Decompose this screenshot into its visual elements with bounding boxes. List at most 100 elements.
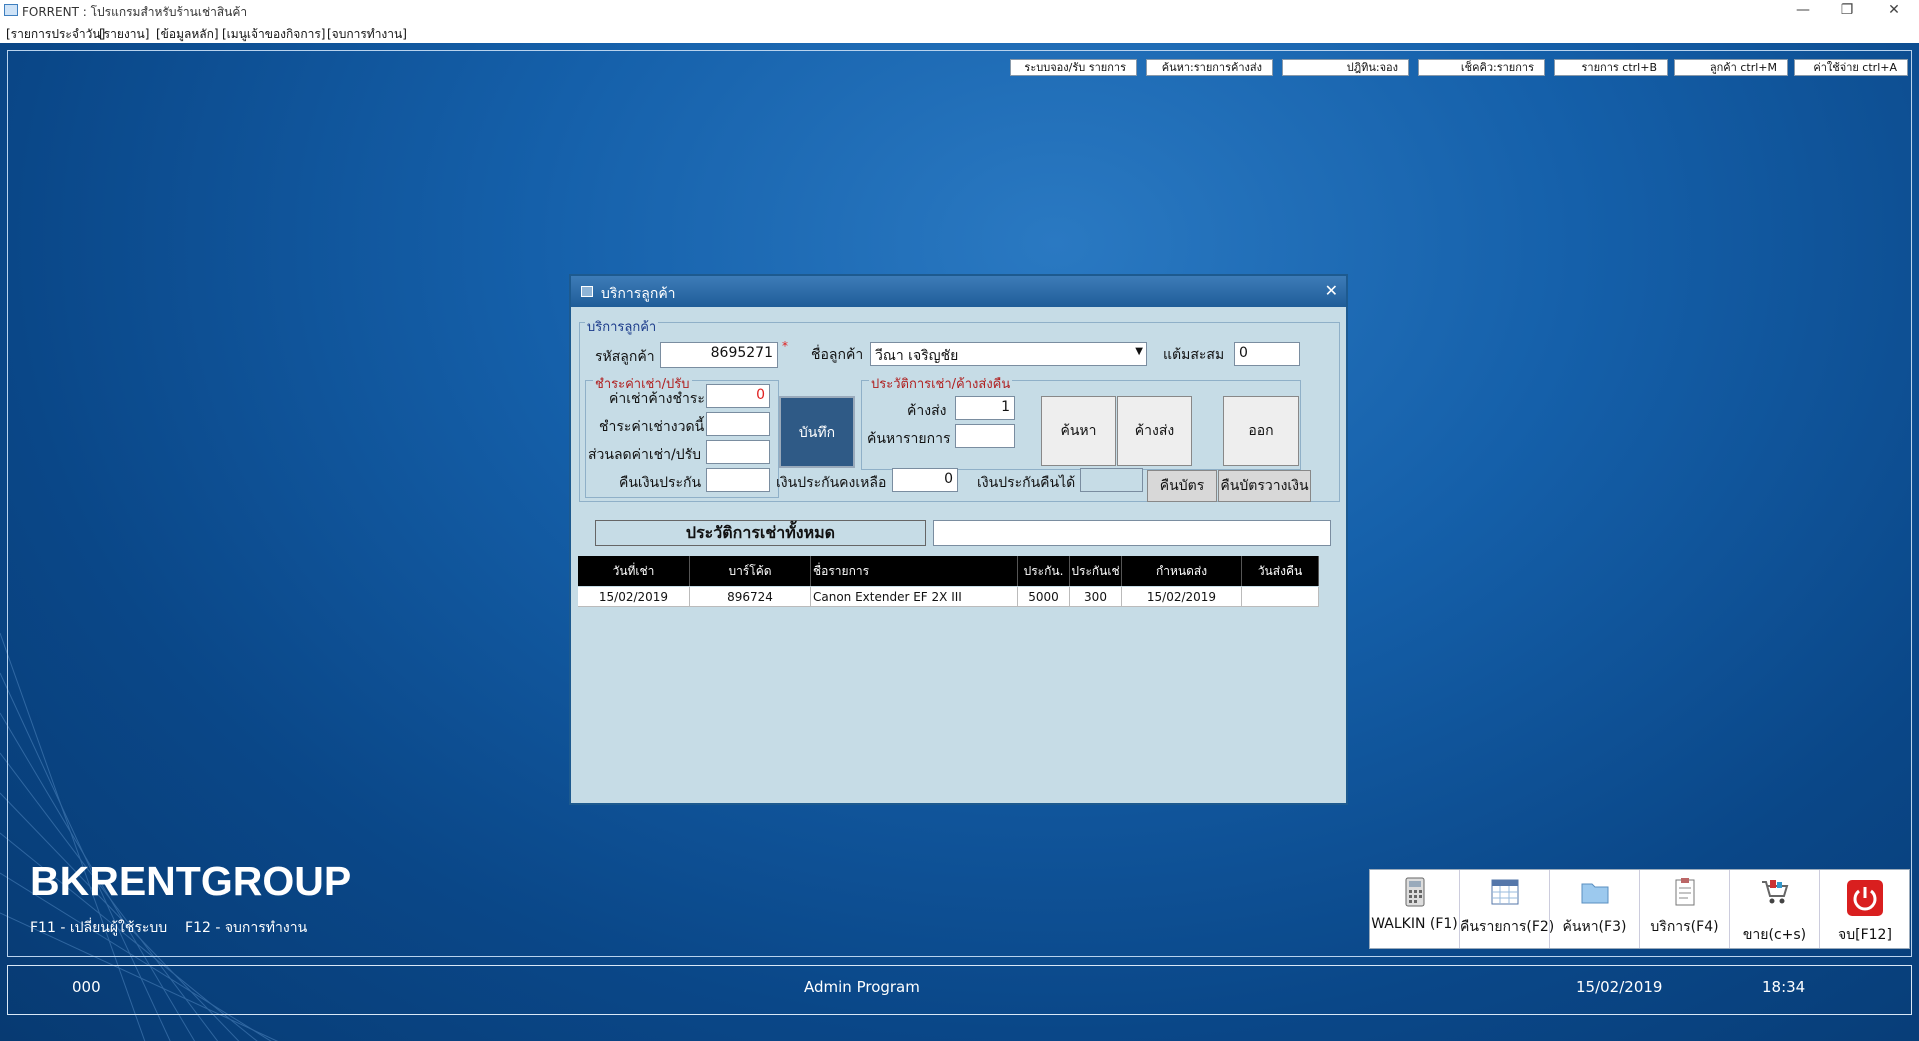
grid-header-barcode: บาร์โค้ด: [690, 556, 811, 586]
sell-label: ขาย(c+s): [1742, 927, 1807, 943]
table-row-due-date[interactable]: 15/02/2019: [1122, 587, 1242, 607]
customer-name-select[interactable]: วีณา เจริญชัย ▼: [870, 342, 1147, 366]
menu-owner[interactable]: [เมนูเจ้าของกิจการ]: [222, 25, 325, 44]
status-date: 15/02/2019: [1576, 978, 1663, 996]
chevron-down-icon[interactable]: ▼: [1135, 346, 1143, 357]
folder-icon: [1581, 883, 1608, 904]
exit-app-label: จบ[F12]: [1838, 927, 1892, 943]
customer-code-label: รหัสลูกค้า: [595, 349, 655, 365]
grid-header-rent-deposit: ประกันเช่: [1070, 556, 1122, 586]
deposit-left-label: เงินประกันคงเหลือ: [776, 475, 887, 491]
table-row-deposit[interactable]: 5000: [1018, 587, 1070, 607]
customer-name-label: ชื่อลูกค้า: [811, 347, 864, 363]
discount-input[interactable]: [706, 440, 770, 464]
service-button[interactable]: บริการ(F4): [1640, 870, 1730, 948]
grid-header-due-date: กำหนดส่ง: [1122, 556, 1242, 586]
table-row-item-name[interactable]: Canon Extender EF 2X III: [811, 587, 1018, 607]
search-item-input[interactable]: [955, 424, 1015, 448]
history-pending-label: ประวัติการเช่า/ค้างส่งคืน: [869, 373, 1013, 394]
title-bar: FORRENT : โปรแกรมสำหรับร้านเช่าสินค้า — …: [0, 0, 1919, 22]
menu-bar: [รายการประจำวัน] [รายงาน] [ข้อมูลหลัก] […: [0, 22, 1919, 43]
expenses-button[interactable]: ค่าใช้จ่าย ctrl+A: [1794, 59, 1908, 76]
customer-name-value: วีณา เจริญชัย: [875, 348, 959, 364]
refund-deposit-label: คืนเงินประกัน: [619, 475, 702, 491]
history-filter-input[interactable]: [933, 520, 1331, 546]
required-mark: *: [782, 339, 788, 353]
exit-dialog-button[interactable]: ออก: [1223, 396, 1299, 466]
window-title: FORRENT : โปรแกรมสำหรับร้านเช่าสินค้า: [22, 5, 248, 19]
menu-report[interactable]: [รายงาน]: [99, 25, 149, 44]
return-card-deposit-button[interactable]: คืนบัตรวางเงิน: [1218, 470, 1311, 502]
dialog-title: บริการลูกค้า: [601, 286, 676, 302]
grid-header-rent-date: วันที่เช่า: [578, 556, 690, 586]
grid-header-return-date: วันส่งคืน: [1242, 556, 1319, 586]
discount-label: ส่วนลดค่าเช่า/ปรับ: [588, 447, 702, 463]
menu-exit[interactable]: [จบการทำงาน]: [327, 25, 407, 44]
customer-service-dialog: บริการลูกค้า ✕ บริการลูกค้า รหัสลูกค้า 8…: [569, 274, 1348, 805]
dialog-close-button[interactable]: ✕: [1325, 281, 1338, 300]
outstanding-label: ค่าเช่าค้างชำระ: [609, 391, 705, 407]
walkin-label: WALKIN (F1): [1371, 916, 1458, 932]
points-input[interactable]: 0: [1234, 342, 1300, 366]
dialog-title-bar: บริการลูกค้า ✕: [571, 276, 1346, 307]
items-button[interactable]: รายการ ctrl+B: [1554, 59, 1668, 76]
calendar-icon: [1491, 879, 1518, 905]
pay-now-label: ชำระค่าเช่างวดนี้: [599, 419, 705, 435]
service-label: บริการ(F4): [1650, 919, 1719, 935]
app-icon: [4, 4, 18, 16]
restore-button[interactable]: ❐: [1825, 0, 1869, 22]
walkin-button[interactable]: WALKIN (F1): [1370, 870, 1460, 948]
history-all-title: ประวัติการเช่าทั้งหมด: [595, 520, 926, 546]
refund-deposit-input[interactable]: [706, 468, 770, 492]
close-button[interactable]: ✕: [1872, 0, 1916, 22]
menu-daily[interactable]: [รายการประจำวัน]: [6, 25, 105, 44]
return-items-label: คืนรายการ(F2): [1460, 919, 1555, 935]
deposit-refundable-label: เงินประกันคืนได้: [977, 475, 1076, 491]
check-queue-button[interactable]: เช็คคิว:รายการ: [1418, 59, 1545, 76]
minimize-button[interactable]: —: [1781, 0, 1825, 22]
brand-name: BKRENTGROUP: [30, 858, 352, 904]
calendar-booking-button[interactable]: ปฎิทิน:จอง: [1282, 59, 1409, 76]
search-pending-button[interactable]: ค้นหา:รายการค้างส่ง: [1146, 59, 1273, 76]
search-history-button[interactable]: ค้นหา: [1041, 396, 1116, 466]
brand-hints: F11 - เปลี่ยนผู้ใช้ระบบ F12 - จบการทำงาน: [30, 917, 307, 939]
customer-group-label: บริการลูกค้า: [585, 316, 659, 337]
deposit-left-input[interactable]: 0: [892, 468, 958, 492]
grid-header-deposit: ประกัน.: [1018, 556, 1070, 586]
pending-count-label: ค้างส่ง: [907, 403, 947, 419]
calculator-icon: [1405, 877, 1424, 907]
hint-exit: F12 - จบการทำงาน: [185, 920, 308, 936]
shortcut-dock: WALKIN (F1) คืนรายการ(F2) ค้นหา(F3) บริก…: [1369, 869, 1910, 949]
search-label: ค้นหา(F3): [1562, 919, 1627, 935]
status-code: 000: [72, 978, 101, 996]
save-button[interactable]: บันทึก: [779, 396, 855, 468]
points-label: แต้มสะสม: [1163, 347, 1225, 363]
table-row-rent-deposit[interactable]: 300: [1070, 587, 1122, 607]
status-time: 18:34: [1762, 978, 1806, 996]
grid-header-item-name: ชื่อรายการ: [811, 556, 1018, 586]
outstanding-input[interactable]: 0: [706, 384, 770, 408]
cart-icon: [1761, 880, 1788, 904]
booking-button[interactable]: ระบบจอง/รับ รายการ: [1010, 59, 1137, 76]
hint-switch-user: F11 - เปลี่ยนผู้ใช้ระบบ: [30, 920, 168, 936]
table-row-rent-date[interactable]: 15/02/2019: [578, 587, 690, 607]
pending-button[interactable]: ค้างส่ง: [1117, 396, 1192, 466]
table-row-return-date[interactable]: [1242, 587, 1319, 607]
search-item-label: ค้นหารายการ: [867, 431, 951, 447]
deposit-refundable-input: [1080, 468, 1143, 492]
customer-code-input[interactable]: 8695271: [660, 342, 778, 368]
return-items-button[interactable]: คืนรายการ(F2): [1460, 870, 1555, 948]
pending-count-input[interactable]: 1: [955, 396, 1015, 420]
dialog-icon: [581, 286, 593, 297]
customers-button[interactable]: ลูกค้า ctrl+M: [1674, 59, 1788, 76]
power-icon: [1847, 880, 1883, 916]
menu-master[interactable]: [ข้อมูลหลัก]: [156, 25, 219, 44]
search-button[interactable]: ค้นหา(F3): [1550, 870, 1640, 948]
clipboard-icon: [1675, 878, 1694, 906]
exit-app-button[interactable]: จบ[F12]: [1820, 870, 1910, 948]
status-program: Admin Program: [804, 978, 920, 996]
table-row-barcode[interactable]: 896724: [690, 587, 811, 607]
return-card-button[interactable]: คืนบัตร: [1147, 470, 1217, 502]
sell-button[interactable]: ขาย(c+s): [1730, 870, 1820, 948]
pay-now-input[interactable]: [706, 412, 770, 436]
